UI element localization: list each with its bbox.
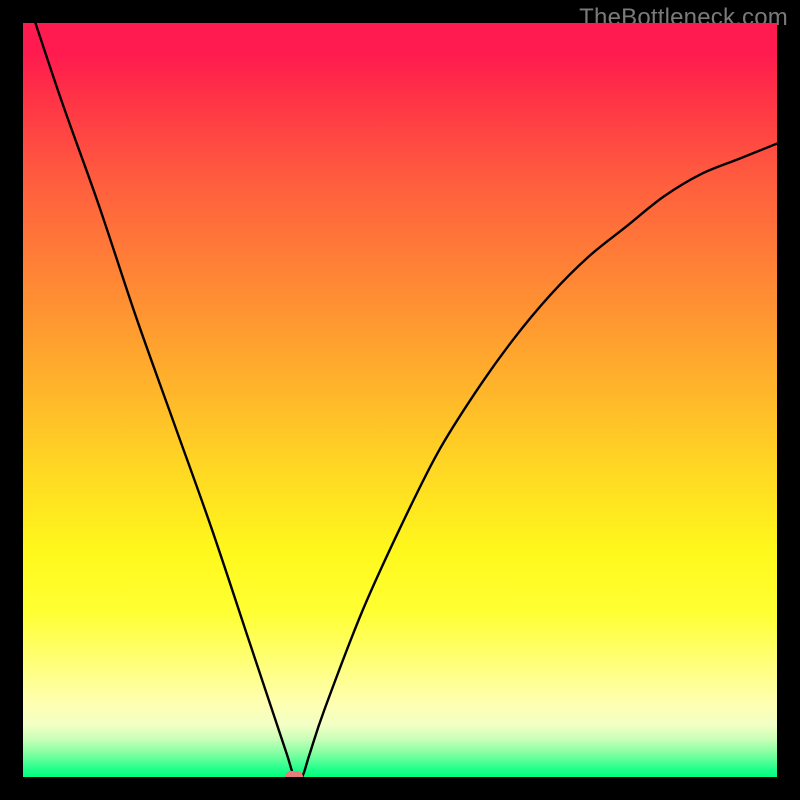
plot-area: [23, 23, 777, 777]
optimal-point-marker: [285, 771, 303, 777]
chart-container: TheBottleneck.com: [0, 0, 800, 800]
curve-path: [23, 23, 777, 777]
bottleneck-curve: [23, 23, 777, 777]
